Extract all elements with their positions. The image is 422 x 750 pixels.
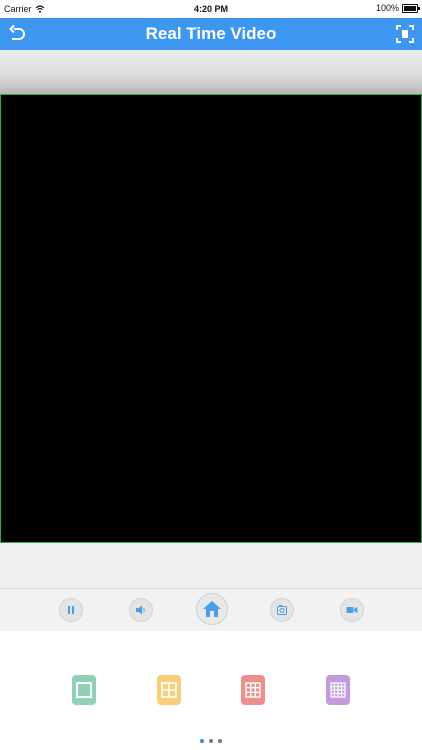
video-camera-icon [346,607,358,613]
controls-bar [0,589,422,631]
home-button[interactable] [196,593,228,625]
toolbar-band [0,50,422,94]
speaker-icon [136,605,145,615]
fullscreen-icon [396,25,414,43]
battery-percent: 100% [375,3,399,13]
layout-selector [0,631,422,750]
battery-icon [402,3,420,13]
pause-button[interactable] [59,598,83,622]
layout-quad-button[interactable] [157,675,181,705]
fullscreen-button[interactable] [394,23,416,45]
nine-grid-icon [245,682,261,698]
quad-grid-icon [161,682,177,698]
nav-bar: Real Time Video [0,18,422,50]
record-button[interactable] [340,598,364,622]
page-dot[interactable] [200,739,204,743]
status-bar: Carrier 4:20 PM 100% [0,0,422,18]
pause-icon [68,606,74,614]
snapshot-button[interactable] [270,598,294,622]
volume-button[interactable] [129,598,153,622]
page-dot[interactable] [218,739,222,743]
battery-info: 100% [375,3,420,13]
video-viewport[interactable] [0,94,422,543]
video-info-area [0,543,422,589]
page-title: Real Time Video [145,24,277,43]
home-icon [203,601,221,617]
layout-sixteen-button[interactable] [326,675,350,705]
page-indicator[interactable] [0,739,422,743]
layout-nine-button[interactable] [241,675,265,705]
layout-single-button[interactable] [72,675,96,705]
status-time: 4:20 PM [193,4,228,14]
page-dot[interactable] [209,739,213,743]
camera-icon [277,605,287,615]
sixteen-grid-icon [330,682,346,698]
single-grid-icon [76,682,92,698]
